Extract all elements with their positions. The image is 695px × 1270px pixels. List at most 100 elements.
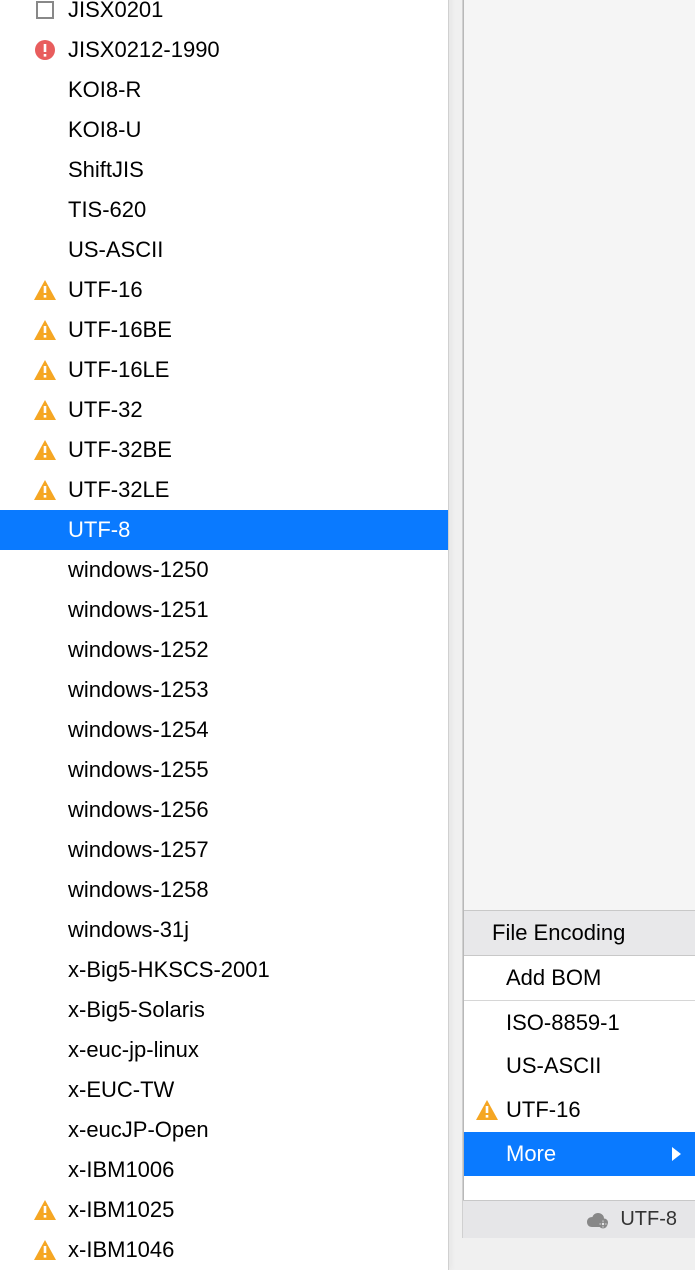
warning-icon	[32, 1237, 58, 1263]
encoding-item-label: JISX0212-1990	[68, 37, 220, 63]
warning-icon	[32, 317, 58, 343]
warning-icon	[32, 397, 58, 423]
recent-encoding-item[interactable]: UTF-16	[464, 1088, 695, 1132]
encoding-item-label: UTF-32BE	[68, 437, 172, 463]
recent-encoding-item[interactable]: US-ASCII	[464, 1044, 695, 1088]
none-icon	[32, 957, 58, 983]
encoding-item[interactable]: JISX0212-1990	[0, 30, 448, 70]
warning-icon	[32, 277, 58, 303]
submenu-arrow-icon	[672, 1147, 681, 1161]
encoding-item-label: x-IBM1006	[68, 1157, 174, 1183]
none-icon	[32, 677, 58, 703]
encoding-item[interactable]: windows-1258	[0, 870, 448, 910]
warning-icon	[32, 1197, 58, 1223]
encoding-item-label: KOI8-U	[68, 117, 141, 143]
encoding-item[interactable]: TIS-620	[0, 190, 448, 230]
encoding-item[interactable]: UTF-8	[0, 510, 448, 550]
encoding-item[interactable]: windows-1250	[0, 550, 448, 590]
encoding-item-label: JISX0201	[68, 0, 163, 23]
encoding-item[interactable]: UTF-16BE	[0, 310, 448, 350]
warning-icon	[32, 437, 58, 463]
none-icon	[32, 837, 58, 863]
none-icon	[32, 157, 58, 183]
encoding-item[interactable]: windows-1256	[0, 790, 448, 830]
none-icon	[32, 77, 58, 103]
encoding-item-label: KOI8-R	[68, 77, 141, 103]
encoding-item[interactable]: KOI8-U	[0, 110, 448, 150]
recent-encoding-label: UTF-16	[506, 1097, 581, 1123]
encoding-item[interactable]: x-Big5-HKSCS-2001	[0, 950, 448, 990]
cloud-settings-icon[interactable]	[584, 1211, 610, 1229]
encoding-item-label: UTF-16BE	[68, 317, 172, 343]
encoding-item-label: windows-1258	[68, 877, 209, 903]
warning-icon	[474, 1097, 500, 1123]
encoding-item-label: windows-1252	[68, 637, 209, 663]
encoding-item[interactable]: x-Big5-Solaris	[0, 990, 448, 1030]
encoding-item-label: x-eucJP-Open	[68, 1117, 209, 1143]
none-icon	[32, 597, 58, 623]
encoding-item-label: windows-1255	[68, 757, 209, 783]
encoding-item-label: ShiftJIS	[68, 157, 144, 183]
encoding-item-label: UTF-16	[68, 277, 143, 303]
encoding-item-label: US-ASCII	[68, 237, 163, 263]
recent-encoding-label: ISO-8859-1	[506, 1010, 620, 1036]
add-bom-item[interactable]: Add BOM	[464, 956, 695, 1000]
gutter-area	[449, 0, 463, 1238]
encoding-item-label: windows-1257	[68, 837, 209, 863]
none-icon	[32, 717, 58, 743]
encoding-item[interactable]: UTF-16	[0, 270, 448, 310]
encoding-item[interactable]: x-euc-jp-linux	[0, 1030, 448, 1070]
encoding-item[interactable]: UTF-16LE	[0, 350, 448, 390]
square-icon	[32, 0, 58, 23]
encoding-item-label: UTF-32	[68, 397, 143, 423]
encoding-item[interactable]: x-EUC-TW	[0, 1070, 448, 1110]
encoding-item[interactable]: x-IBM1046	[0, 1230, 448, 1270]
right-encoding-panel: File Encoding Add BOM ISO-8859-1US-ASCII…	[463, 0, 695, 1238]
recent-encoding-label: US-ASCII	[506, 1053, 601, 1079]
none-icon	[474, 1010, 500, 1036]
none-icon	[32, 1157, 58, 1183]
encoding-item-label: UTF-16LE	[68, 357, 169, 383]
encoding-item-label: x-Big5-HKSCS-2001	[68, 957, 270, 983]
encoding-item[interactable]: windows-1252	[0, 630, 448, 670]
encoding-item[interactable]: JISX0201	[0, 0, 448, 30]
encoding-item[interactable]: windows-1254	[0, 710, 448, 750]
encoding-item[interactable]: US-ASCII	[0, 230, 448, 270]
none-icon	[32, 797, 58, 823]
encoding-item[interactable]: windows-1257	[0, 830, 448, 870]
encoding-item-label: windows-1254	[68, 717, 209, 743]
encoding-item-label: x-IBM1025	[68, 1197, 174, 1223]
encoding-item[interactable]: x-eucJP-Open	[0, 1110, 448, 1150]
encoding-item-label: x-Big5-Solaris	[68, 997, 205, 1023]
encoding-item[interactable]: ShiftJIS	[0, 150, 448, 190]
recent-encoding-item[interactable]: ISO-8859-1	[464, 1000, 695, 1044]
more-label: More	[506, 1141, 556, 1167]
encoding-item[interactable]: x-IBM1006	[0, 1150, 448, 1190]
encoding-item-label: windows-1251	[68, 597, 209, 623]
none-icon	[32, 877, 58, 903]
encoding-item-label: windows-1256	[68, 797, 209, 823]
encoding-item[interactable]: x-IBM1025	[0, 1190, 448, 1230]
none-icon	[32, 1077, 58, 1103]
encoding-item[interactable]: UTF-32	[0, 390, 448, 430]
none-icon	[32, 637, 58, 663]
encoding-item[interactable]: windows-1253	[0, 670, 448, 710]
encoding-item[interactable]: windows-31j	[0, 910, 448, 950]
encoding-item[interactable]: KOI8-R	[0, 70, 448, 110]
encoding-item-label: x-euc-jp-linux	[68, 1037, 199, 1063]
encoding-item[interactable]: windows-1251	[0, 590, 448, 630]
encoding-item-label: x-EUC-TW	[68, 1077, 174, 1103]
panel-spacer	[464, 0, 695, 910]
more-item[interactable]: More	[464, 1132, 695, 1176]
status-encoding-label[interactable]: UTF-8	[620, 1208, 677, 1231]
none-icon	[32, 917, 58, 943]
encoding-item-label: UTF-32LE	[68, 477, 169, 503]
none-icon	[474, 1053, 500, 1079]
encoding-item-label: windows-31j	[68, 917, 189, 943]
none-icon	[32, 517, 58, 543]
encoding-item[interactable]: UTF-32LE	[0, 470, 448, 510]
status-bar: UTF-8	[463, 1200, 695, 1238]
error-icon	[32, 37, 58, 63]
encoding-item[interactable]: windows-1255	[0, 750, 448, 790]
encoding-item[interactable]: UTF-32BE	[0, 430, 448, 470]
